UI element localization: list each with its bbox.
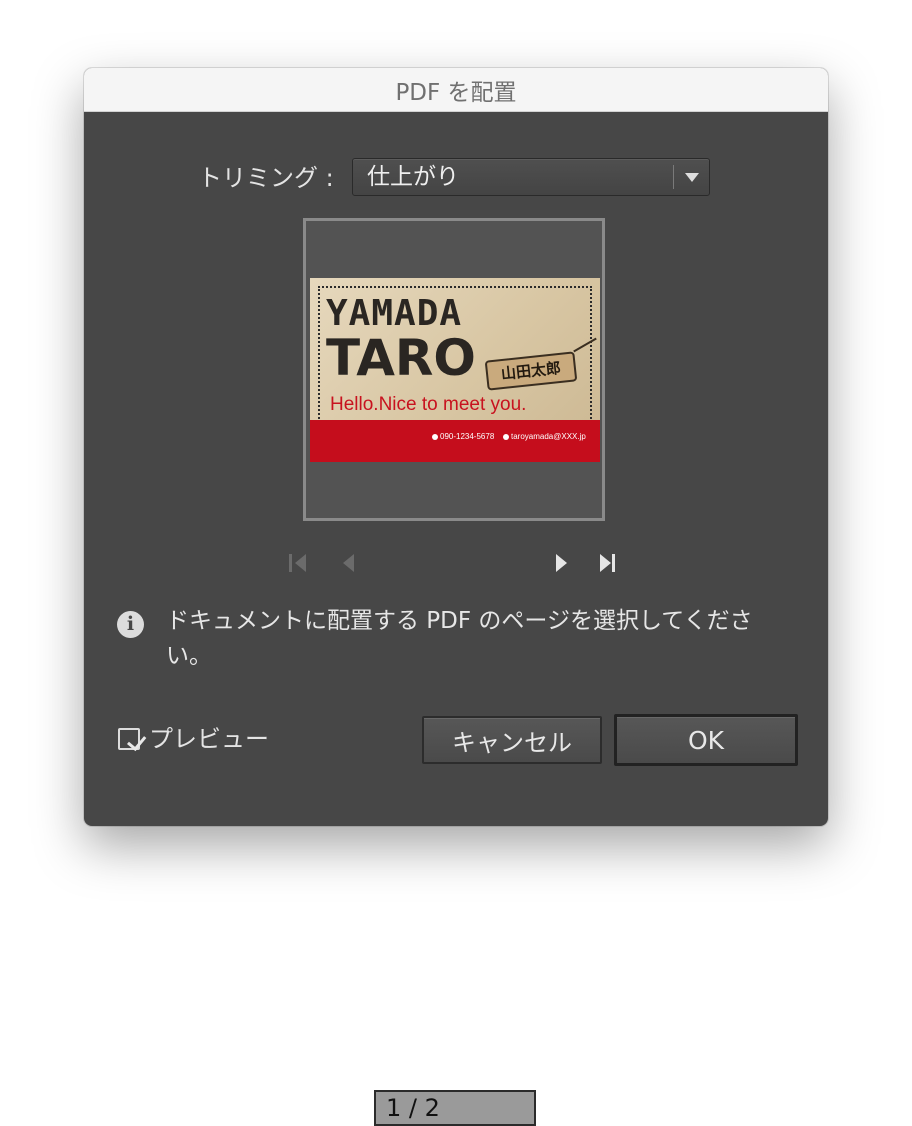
select-divider [673,165,674,189]
card-greeting: Hello.Nice to meet you. [330,394,527,415]
cancel-button[interactable]: キャンセル [422,716,602,764]
card-name-last: TARO [326,329,476,387]
preview-checkbox-label[interactable]: プレビュー [149,722,269,756]
card-phone: 090-1234-5678 [432,432,494,441]
preview-checkbox[interactable] [118,728,147,752]
trimming-label: トリミング : [198,164,334,192]
trimming-select[interactable]: 仕上がり [352,158,710,196]
next-page-icon[interactable] [550,545,574,581]
page-number-field[interactable]: 1 / 2 [374,1090,536,1126]
previous-page-icon[interactable] [337,545,361,581]
pdf-preview: YAMADA TARO 山田太郎 Hello.Nice to meet you.… [303,218,605,521]
ok-button[interactable]: OK [614,714,798,766]
first-page-icon[interactable] [287,545,311,581]
card-email: taroyamada@XXX.jp [503,432,586,441]
last-page-icon[interactable] [597,545,621,581]
card-name-first: YAMADA [326,293,463,334]
dialog-title-bar: PDF を配置 [84,68,828,112]
chevron-down-icon[interactable] [685,173,699,182]
card-contact-band: 090-1234-5678 taroyamada@XXX.jp [310,420,600,462]
dialog-title: PDF を配置 [395,79,517,106]
info-icon: i [117,611,144,638]
info-message: ドキュメントに配置する PDF のページを選択してください。 [166,608,753,669]
business-card-thumbnail: YAMADA TARO 山田太郎 Hello.Nice to meet you.… [310,278,600,462]
trimming-select-value: 仕上がり [367,164,459,190]
